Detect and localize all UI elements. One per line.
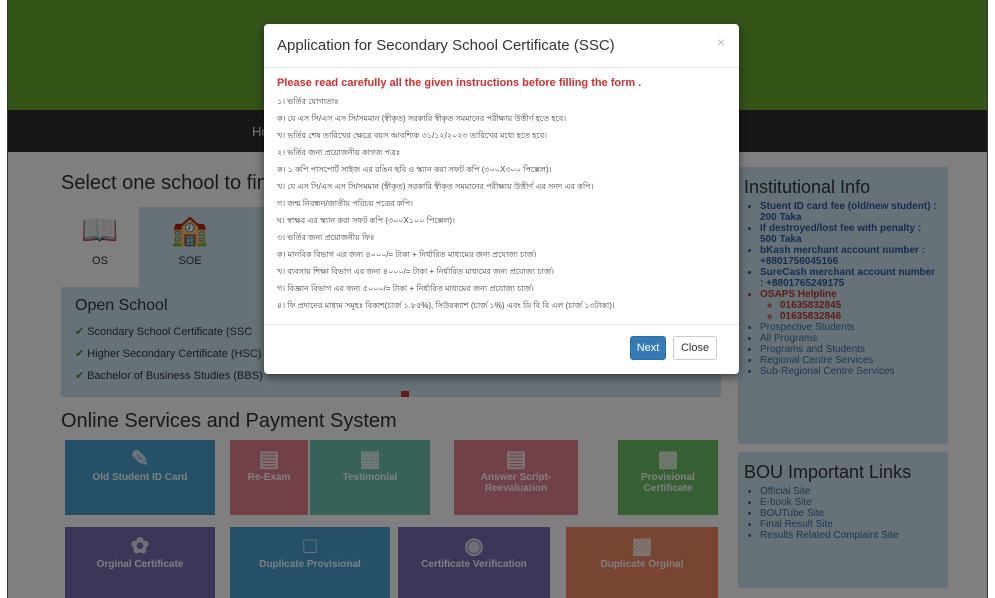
instruction-line: ৪। ফি প্রদানের মাধ্যম সমূহঃ বিকাশ(চার্জ … bbox=[277, 301, 615, 310]
instruction-line: গ। জন্ম নিবন্ধন/জাতীয় পরিচয় পত্রের কপি… bbox=[277, 199, 414, 208]
instruction-line: খ। ব্যবসায় শিক্ষা বিভাগ এর জন্য ৪০০০/= … bbox=[277, 267, 555, 276]
divider bbox=[264, 67, 739, 68]
modal-title: Application for Secondary School Certifi… bbox=[277, 37, 615, 54]
modal-warning: Please read carefully all the given inst… bbox=[277, 77, 642, 89]
browser-viewport: Ho Select one school to find 📖 OS 🏫 SOE … bbox=[7, 0, 988, 598]
close-button[interactable]: Close bbox=[673, 336, 717, 360]
instruction-line: ২। ভর্তির জন্য প্রয়োজনীয় কাগজ পত্রঃ bbox=[277, 148, 401, 157]
instruction-line: ১। ভর্তির যোগ্যতাঃ bbox=[277, 97, 339, 106]
instruction-line: ক। যে এস সি/এস এস সি/সমমান (স্বীকৃত) সরক… bbox=[277, 114, 567, 123]
next-button[interactable]: Next bbox=[630, 336, 666, 360]
instruction-line: গ। বিজ্ঞান বিভাগ এর জন্য ৫০০০/= টাকা + ন… bbox=[277, 284, 534, 293]
instruction-line: ৩। ভর্তির জন্য প্রয়োজনীয় ফিঃ bbox=[277, 233, 375, 242]
close-icon[interactable]: × bbox=[717, 34, 725, 50]
instruction-line: ক। মানবিক বিভাগ এর জন্য ৪০০০/= টাকা + নি… bbox=[277, 250, 537, 259]
ssc-application-modal: Application for Secondary School Certifi… bbox=[264, 24, 739, 374]
instruction-line: খ। যে এস সি/এস এস সি/সমমান (স্বীকৃত) সরক… bbox=[277, 182, 594, 191]
divider bbox=[264, 324, 739, 325]
instruction-line: ঘ। স্বাক্ষর এর স্ক্যান করা সফট কপি (৩০০X… bbox=[277, 216, 455, 225]
instruction-line: ক। ১ কপি পাসপোর্ট সাইজ এর রঙিন ছবি ও স্ক… bbox=[277, 165, 552, 174]
instruction-line: খ। ভর্তির শেষ তারিখের ক্ষেত্রে বয়স আবশ্… bbox=[277, 131, 548, 140]
